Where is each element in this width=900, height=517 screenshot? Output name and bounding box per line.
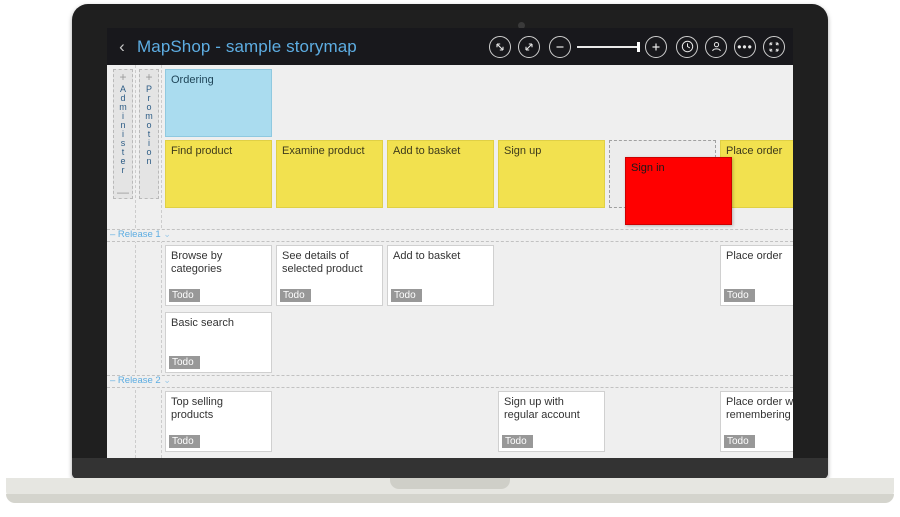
- card-title: Top selling products: [171, 396, 223, 421]
- status-badge[interactable]: Todo: [391, 289, 422, 302]
- zoom-out-icon[interactable]: [549, 36, 571, 58]
- collapse-all-icon[interactable]: [489, 36, 511, 58]
- card-title: Add to basket: [393, 145, 460, 157]
- zoom-in-icon[interactable]: [645, 36, 667, 58]
- card-title: Examine product: [282, 145, 365, 157]
- card-title: Place order with remembering d: [726, 396, 793, 421]
- story-card[interactable]: Add to basket Todo: [387, 245, 494, 306]
- release-divider-1: – Release 1 ⌄: [107, 229, 793, 242]
- card-title: Sign up: [504, 145, 541, 157]
- story-card[interactable]: See details of selected product Todo: [276, 245, 383, 306]
- expand-all-icon[interactable]: [518, 36, 540, 58]
- card-title: Sign in: [631, 162, 665, 174]
- card-title: Browse by categories: [171, 250, 222, 275]
- user-icon[interactable]: [705, 36, 727, 58]
- activity-card[interactable]: Add to basket: [387, 140, 494, 208]
- release-label-text: – Release 1: [110, 229, 161, 240]
- status-badge[interactable]: Todo: [502, 435, 533, 448]
- page-title: MapShop - sample storymap: [137, 37, 357, 57]
- zoom-slider-handle[interactable]: [637, 42, 640, 52]
- activity-card[interactable]: Sign up: [498, 140, 605, 208]
- story-card[interactable]: Sign up with regular account Todo: [498, 391, 605, 452]
- laptop-base-notch: [390, 478, 510, 489]
- card-title: See details of selected product: [282, 250, 363, 275]
- card-title: Sign up with regular account: [504, 396, 580, 421]
- more-dots-label: •••: [737, 43, 753, 51]
- fullscreen-icon[interactable]: [763, 36, 785, 58]
- status-badge[interactable]: Todo: [169, 289, 200, 302]
- card-title: Place order: [726, 250, 782, 262]
- activity-group-rail-promotion[interactable]: + Promotion: [139, 69, 159, 199]
- storymap-board[interactable]: + Administer — + Promotion Ordering Find…: [107, 65, 793, 463]
- card-title: Place order: [726, 145, 782, 157]
- activity-group-rail-administer[interactable]: + Administer —: [113, 69, 133, 199]
- release-label-text: – Release 2: [110, 375, 161, 386]
- rail-label: Administer: [118, 84, 128, 174]
- card-title: Find product: [171, 145, 232, 157]
- status-badge[interactable]: Todo: [724, 435, 755, 448]
- status-badge[interactable]: Todo: [280, 289, 311, 302]
- laptop-hinge: [72, 458, 828, 479]
- card-title: Add to basket: [393, 250, 460, 262]
- column-guide: [161, 65, 162, 463]
- rail-label: Promotion: [144, 84, 154, 165]
- card-title: Basic search: [171, 317, 234, 329]
- activity-group-card-ordering[interactable]: Ordering: [165, 69, 272, 137]
- activity-card[interactable]: Find product: [165, 140, 272, 208]
- status-badge[interactable]: Todo: [169, 356, 200, 369]
- application-screen: ‹ MapShop - sample storymap: [107, 28, 793, 463]
- status-badge[interactable]: Todo: [169, 435, 200, 448]
- release-divider-2: – Release 2 ⌄: [107, 375, 793, 388]
- column-guide: [135, 65, 136, 463]
- chevron-down-icon[interactable]: ⌄: [163, 229, 171, 239]
- card-title: Ordering: [171, 74, 214, 86]
- title-bar: ‹ MapShop - sample storymap: [107, 28, 793, 65]
- zoom-control: [549, 36, 667, 58]
- chevron-down-icon[interactable]: ⌄: [163, 375, 171, 385]
- status-badge[interactable]: Todo: [724, 289, 755, 302]
- history-icon[interactable]: [676, 36, 698, 58]
- story-card[interactable]: Basic search Todo: [165, 312, 272, 373]
- toolbar: •••: [489, 36, 793, 58]
- dragging-card-sign-in[interactable]: Sign in: [625, 157, 732, 225]
- story-card[interactable]: Browse by categories Todo: [165, 245, 272, 306]
- release-label-1[interactable]: – Release 1 ⌄: [110, 229, 171, 240]
- story-card[interactable]: Place order Todo: [720, 245, 793, 306]
- rail-add-icon[interactable]: +: [119, 71, 126, 83]
- rail-add-icon[interactable]: +: [145, 71, 152, 83]
- back-chevron-icon[interactable]: ‹: [111, 38, 133, 55]
- laptop-base-shadow: [6, 494, 894, 503]
- story-card[interactable]: Top selling products Todo: [165, 391, 272, 452]
- rail-collapse-icon[interactable]: —: [117, 188, 129, 196]
- release-label-2[interactable]: – Release 2 ⌄: [110, 375, 171, 386]
- activity-card[interactable]: Examine product: [276, 140, 383, 208]
- zoom-slider[interactable]: [577, 46, 639, 48]
- laptop-mockup: ‹ MapShop - sample storymap: [0, 0, 900, 517]
- more-icon[interactable]: •••: [734, 36, 756, 58]
- story-card[interactable]: Place order with remembering d Todo: [720, 391, 793, 452]
